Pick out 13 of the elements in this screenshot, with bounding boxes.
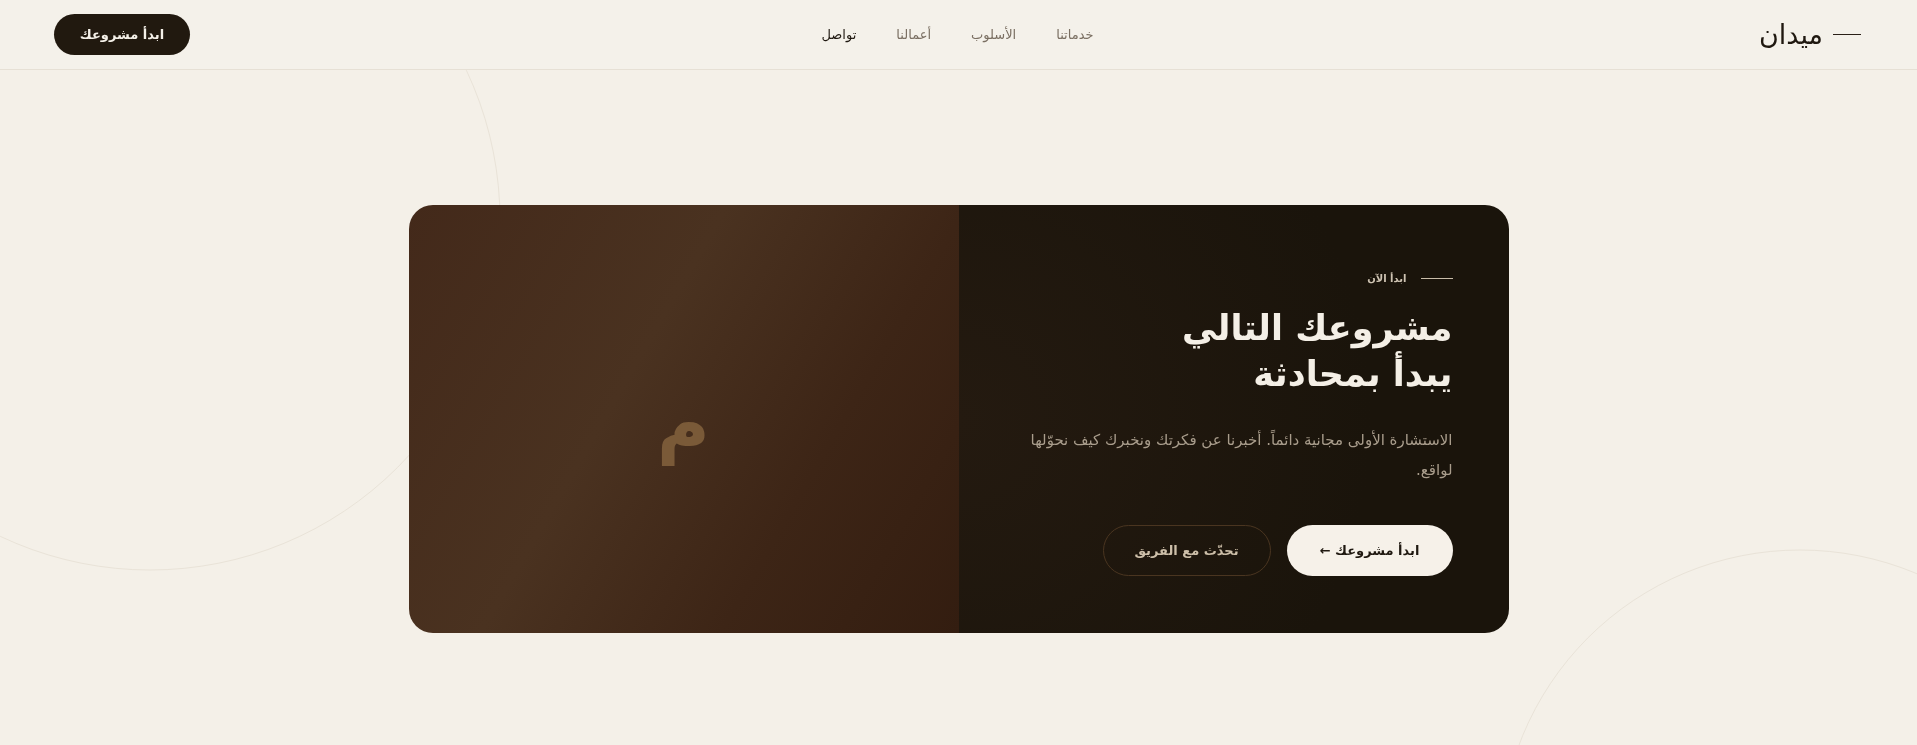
description: الاستشارة الأولى مجانية دائماً. أخبرنا عن فكرتك ونخبرك كيف نحوّلها لواقع.	[1029, 429, 1453, 481]
eyebrow-line	[1420, 278, 1453, 279]
start-project-button[interactable]: ابدأ مشروعك	[54, 14, 190, 55]
nav-link[interactable]: خدماتنا	[1056, 27, 1094, 42]
start-project-button[interactable]: ابدأ مشروعك ←	[1286, 525, 1453, 576]
eyebrow-label: ابدأ الآن	[1367, 273, 1407, 284]
nav-link[interactable]: أعمالنا	[896, 27, 932, 42]
logo[interactable]: ميدان	[1758, 19, 1823, 50]
nav-link[interactable]: تواصل	[821, 27, 857, 42]
headline: يبدأ بمحادثة	[1252, 351, 1453, 396]
headline: مشروعك التالي	[1181, 307, 1453, 351]
logo-line	[1833, 34, 1861, 35]
nav-link[interactable]: الأسلوب	[971, 27, 1017, 42]
